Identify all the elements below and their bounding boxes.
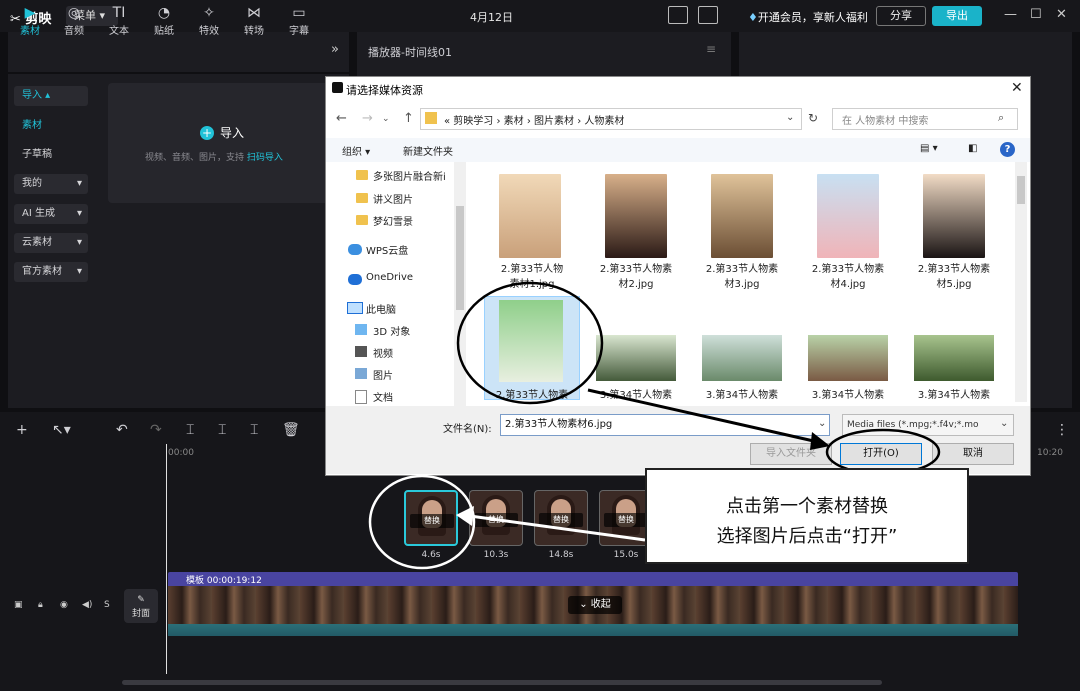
annotation-arrow <box>469 514 646 542</box>
annotation-circle <box>456 281 604 405</box>
instruction-line-2: 选择图片后点击“打开” <box>716 526 898 547</box>
annotation-overlay <box>368 281 941 570</box>
annotation-circle <box>368 474 476 570</box>
annotation-arrow <box>587 388 819 444</box>
arrow-head <box>456 506 474 526</box>
instruction-line-1: 点击第一个素材替换 <box>726 496 888 517</box>
